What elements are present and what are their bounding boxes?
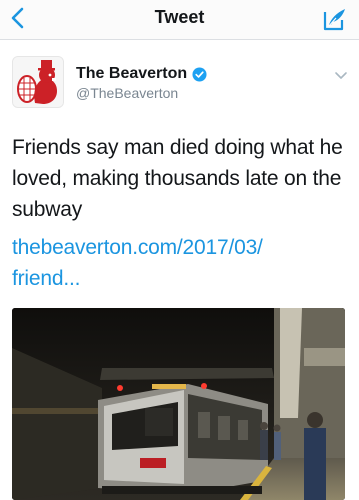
compose-button[interactable]	[319, 3, 351, 35]
tweet-text: Friends say man died doing what he loved…	[12, 136, 343, 221]
tweet-link[interactable]: thebeaverton.com/2017/03/ friend...	[12, 232, 332, 294]
author-handle[interactable]: @TheBeaverton	[76, 85, 178, 101]
subway-train-photo	[12, 308, 345, 500]
avatar[interactable]	[12, 56, 64, 108]
tweet-media-image[interactable]	[12, 308, 345, 500]
chevron-down-icon[interactable]	[333, 68, 349, 84]
tweet-link-line-1: thebeaverton.com/2017/03/	[12, 236, 263, 259]
author-name[interactable]: The Beaverton	[76, 65, 187, 83]
tweet-link-line-2: friend...	[12, 267, 81, 290]
compose-quill-icon	[323, 9, 345, 31]
beaver-logo-icon	[13, 57, 63, 107]
tweet-author-header: The Beaverton @TheBeaverton	[0, 52, 359, 112]
page-title: Tweet	[154, 7, 205, 27]
navigation-bar: Tweet	[0, 0, 359, 40]
author-name-line: The Beaverton	[76, 65, 207, 83]
verified-badge-icon	[192, 66, 207, 82]
